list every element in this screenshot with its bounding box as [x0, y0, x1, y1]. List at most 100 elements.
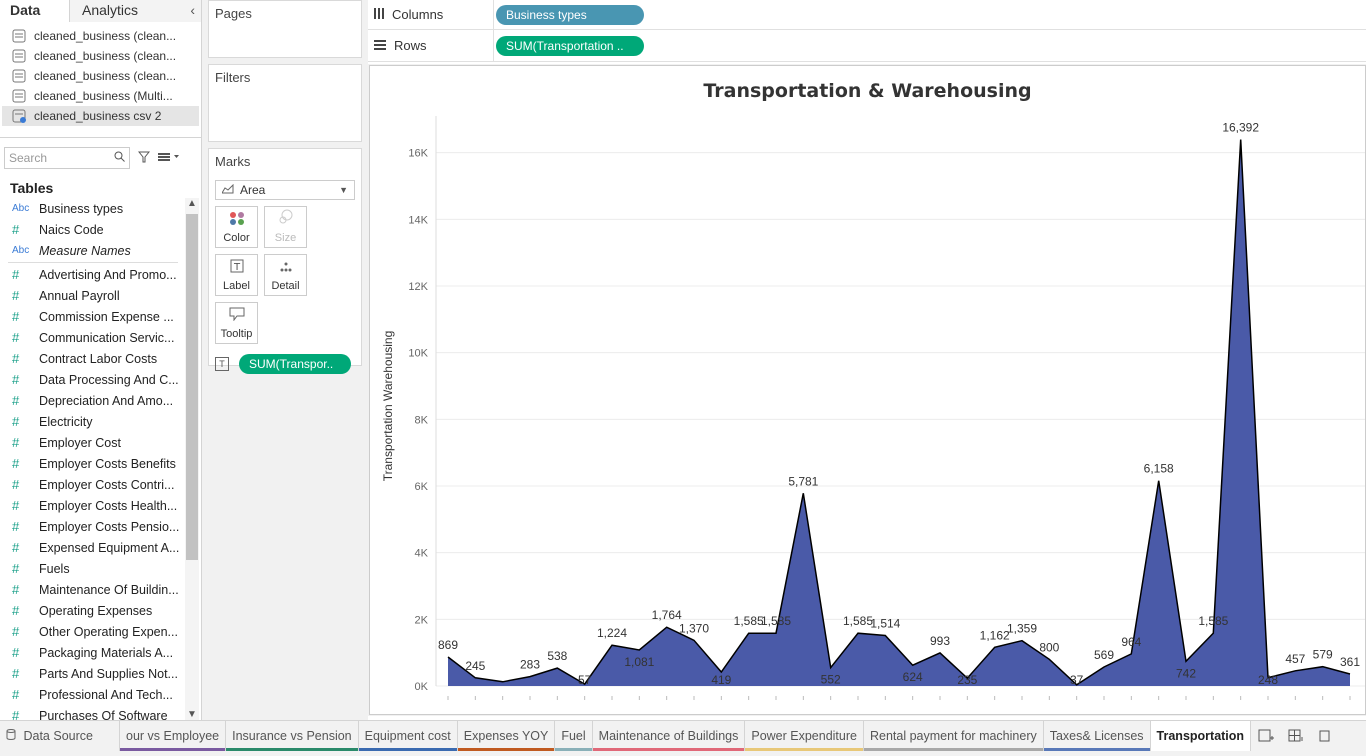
search-row: Search: [0, 144, 201, 172]
pages-card[interactable]: Pages: [208, 0, 362, 58]
field-item[interactable]: # Communication Servic...: [0, 327, 186, 348]
color-button[interactable]: Color: [215, 206, 258, 248]
sheet-tab[interactable]: Taxes& Licenses: [1043, 721, 1151, 751]
rows-shelf[interactable]: Rows SUM(Transportation ..: [368, 30, 1366, 62]
field-item[interactable]: # Depreciation And Amo...: [0, 390, 186, 411]
detail-button[interactable]: Detail: [264, 254, 307, 296]
field-label: Commission Expense ...: [39, 309, 174, 324]
sheet-tab-color-bar: [358, 748, 457, 751]
field-item[interactable]: # Data Processing And C...: [0, 369, 186, 390]
collapse-pane-icon[interactable]: ‹: [190, 2, 195, 18]
data-label: 457: [1285, 652, 1305, 666]
data-source-item[interactable]: cleaned_business (clean...: [2, 26, 199, 46]
cards-pane: Pages Filters Marks Area ▼ Color Size TL…: [202, 0, 368, 720]
search-input[interactable]: Search: [4, 147, 130, 169]
field-item[interactable]: # Employer Cost: [0, 432, 186, 453]
sheet-tab[interactable]: Equipment cost: [358, 721, 458, 751]
y-tick-label: 4K: [415, 548, 429, 560]
field-item[interactable]: # Purchases Of Software: [0, 705, 186, 720]
new-dashboard-icon[interactable]: [1281, 721, 1311, 751]
sheet-tab[interactable]: Insurance vs Pension: [226, 721, 359, 751]
data-label: 283: [520, 658, 540, 672]
field-item[interactable]: # Contract Labor Costs: [0, 348, 186, 369]
field-item[interactable]: # Annual Payroll: [0, 285, 186, 306]
field-label: Fuels: [39, 561, 70, 576]
field-item[interactable]: # Employer Costs Pensio...: [0, 516, 186, 537]
field-list-scrollbar[interactable]: ▲ ▼: [185, 198, 199, 720]
tab-analytics[interactable]: Analytics: [70, 0, 201, 22]
data-source-tab[interactable]: Data Source: [0, 721, 120, 751]
scroll-thumb[interactable]: [186, 214, 198, 560]
filters-card[interactable]: Filters: [208, 64, 362, 142]
y-tick-label: 0K: [415, 681, 429, 693]
data-label: 16,392: [1222, 121, 1259, 135]
columns-pill[interactable]: Business types: [496, 4, 644, 25]
sheet-tab[interactable]: our vs Employee: [120, 721, 227, 751]
data-label: 1,764: [652, 608, 682, 622]
mark-type-select[interactable]: Area ▼: [215, 180, 355, 200]
data-source-item[interactable]: cleaned_business (clean...: [2, 66, 199, 86]
field-item[interactable]: # Commission Expense ...: [0, 306, 186, 327]
svg-text:T: T: [232, 262, 240, 273]
field-label: Depreciation And Amo...: [39, 393, 174, 408]
data-source-item[interactable]: cleaned_business (Multi...: [2, 86, 199, 106]
rows-pill[interactable]: SUM(Transportation ..: [496, 35, 644, 56]
sheet-tab[interactable]: Power Expenditure: [745, 721, 864, 751]
label-button[interactable]: T Label: [215, 254, 258, 296]
data-label: 1,585: [761, 614, 791, 628]
number-type-icon: #: [12, 288, 20, 303]
sheet-tab[interactable]: Transportation: [1150, 721, 1252, 751]
columns-shelf-label: Columns: [368, 0, 494, 29]
data-source-item[interactable]: cleaned_business (clean...: [2, 46, 199, 66]
field-item[interactable]: # Naics Code: [0, 219, 186, 240]
label-measure-pill[interactable]: SUM(Transpor..: [239, 354, 351, 374]
field-label: Employer Costs Health...: [39, 498, 178, 513]
search-icon: [114, 151, 125, 165]
field-item[interactable]: # Parts And Supplies Not...: [0, 663, 186, 684]
data-source-item-selected[interactable]: cleaned_business csv 2: [2, 106, 199, 126]
data-label: 419: [711, 673, 731, 687]
sheet-tab[interactable]: Fuel: [555, 721, 593, 751]
number-type-icon: #: [12, 435, 20, 450]
number-type-icon: #: [12, 561, 20, 576]
field-item[interactable]: # Advertising And Promo...: [0, 264, 186, 285]
number-type-icon: #: [12, 372, 20, 387]
field-item[interactable]: Abc Business types: [0, 198, 186, 219]
tooltip-button[interactable]: Tooltip: [215, 302, 258, 344]
number-type-icon: #: [12, 309, 20, 324]
field-item[interactable]: # Fuels: [0, 558, 186, 579]
field-item[interactable]: Abc Measure Names: [0, 240, 186, 261]
tab-data[interactable]: Data: [0, 0, 70, 22]
sheet-tab[interactable]: Maintenance of Buildings: [592, 721, 746, 751]
field-item[interactable]: # Packaging Materials A...: [0, 642, 186, 663]
view-options-icon[interactable]: [158, 151, 180, 165]
scroll-down-icon[interactable]: ▼: [187, 709, 197, 720]
filter-icon[interactable]: [137, 151, 151, 166]
columns-text: Columns: [392, 7, 444, 22]
field-item[interactable]: # Employer Costs Contri...: [0, 474, 186, 495]
field-item[interactable]: # Operating Expenses: [0, 600, 186, 621]
chart-panel[interactable]: Transportation & Warehousing Transportat…: [369, 65, 1366, 715]
new-story-icon[interactable]: [1311, 721, 1341, 751]
sheet-tab-color-bar: [555, 748, 592, 751]
field-item[interactable]: # Employer Costs Benefits: [0, 453, 186, 474]
string-type-icon: Abc: [12, 245, 30, 256]
field-label: Employer Costs Pensio...: [39, 519, 180, 534]
field-item[interactable]: # Electricity: [0, 411, 186, 432]
scroll-up-icon[interactable]: ▲: [187, 198, 197, 209]
field-item[interactable]: # Employer Costs Health...: [0, 495, 186, 516]
field-item[interactable]: # Expensed Equipment A...: [0, 537, 186, 558]
field-item[interactable]: # Professional And Tech...: [0, 684, 186, 705]
sheet-tab[interactable]: Expenses YOY: [457, 721, 556, 751]
pages-title: Pages: [215, 6, 252, 21]
filters-title: Filters: [215, 70, 251, 85]
data-label: 624: [903, 670, 923, 684]
field-item[interactable]: # Other Operating Expen...: [0, 621, 186, 642]
sheet-tab-color-bar: [863, 748, 1043, 751]
data-label: 5,781: [788, 474, 818, 488]
area-chart[interactable]: Transportation Warehousing 0K 2K 4K 6K 8K 10K 1…: [370, 66, 1365, 714]
sheet-tab[interactable]: Rental payment for machinery: [863, 721, 1044, 751]
new-worksheet-icon[interactable]: [1251, 721, 1281, 751]
columns-shelf[interactable]: Columns Business types: [368, 0, 1366, 30]
field-item[interactable]: # Maintenance Of Buildin...: [0, 579, 186, 600]
